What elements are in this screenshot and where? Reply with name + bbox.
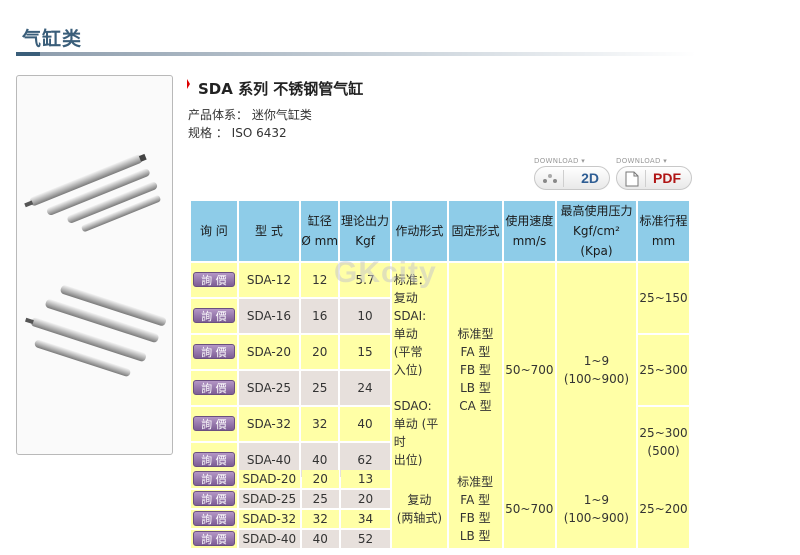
cell-mount-type: 标准型 FA 型 FB 型 LB 型	[448, 470, 502, 548]
top-breadcrumb	[430, 0, 472, 6]
inquiry-button[interactable]: 詢 價	[192, 491, 235, 506]
cell-force: 52	[340, 530, 391, 548]
cell-bore: 40	[301, 530, 339, 548]
cell-model: SDAD-32	[238, 510, 300, 528]
cell-model: SDA-20	[238, 335, 300, 369]
header-pressure: 最高使用压力 Kgf/cm² (Kpa)	[556, 201, 637, 261]
cell-model: SDAD-25	[238, 490, 300, 508]
header-action: 作动形式	[391, 201, 447, 261]
header-inquiry: 询 问	[191, 201, 237, 261]
cell-bore: 20	[301, 470, 339, 488]
cell-force: 13	[340, 470, 391, 488]
spec-table-sda: 询 问 型 式 缸径 Ø mm 理论出力 Kgf 作动形式 固定形式 使用速度 …	[189, 199, 691, 479]
header-mount: 固定形式	[448, 201, 502, 261]
product-title-text: SDA 系列 不锈钢管气缸	[198, 80, 364, 98]
cell-pressure: 1~9 (100~900)	[556, 470, 637, 548]
spec-table-sdad: 詢 價 SDAD-20 20 13 复动 (两轴式) 标准型 FA 型 FB 型…	[189, 468, 691, 550]
cell-bore: 16	[301, 299, 339, 333]
product-system: 产品体系： 迷你气缸类	[188, 106, 312, 123]
download-caption: DOWNLOAD ▾	[616, 157, 668, 165]
cell-force: 15	[340, 335, 390, 369]
product-photo	[16, 75, 173, 455]
cell-stroke: 25~200	[638, 470, 689, 548]
cad-icon	[543, 174, 557, 183]
table-row: 詢 價 SDAD-20 20 13 复动 (两轴式) 标准型 FA 型 FB 型…	[191, 470, 689, 548]
cell-force: 24	[340, 371, 390, 405]
product-title: SDA 系列 不锈钢管气缸	[187, 78, 364, 99]
system-value: 迷你气缸类	[251, 108, 312, 122]
header-force: 理论出力 Kgf	[340, 201, 390, 261]
download-2d-label: 2D	[581, 170, 599, 186]
cell-stroke: 25~300 (500)	[638, 407, 689, 477]
inquiry-button[interactable]: 詢 價	[192, 452, 235, 467]
inquiry-button[interactable]: 詢 價	[192, 471, 235, 486]
inquiry-button[interactable]: 詢 價	[192, 416, 235, 431]
download-caption: DOWNLOAD ▾	[534, 157, 586, 165]
cell-action-type: 标准： 复动 SDAI: 单动 (平常 入位) SDAO: 单动 (平时 出位)	[391, 263, 447, 477]
header-speed: 使用速度 mm/s	[503, 201, 555, 261]
cell-stroke: 25~300	[638, 335, 689, 405]
cell-model: SDA-32	[238, 407, 300, 441]
download-pdf-button[interactable]: DOWNLOAD ▾ PDF	[616, 157, 692, 193]
cell-bore: 25	[301, 490, 339, 508]
cell-model: SDA-12	[238, 263, 300, 297]
cell-model: SDA-16	[238, 299, 300, 333]
cell-model: SDA-25	[238, 371, 300, 405]
header-stroke: 标准行程 mm	[638, 201, 689, 261]
spec-value: ISO 6432	[231, 126, 287, 140]
download-pdf-label: PDF	[653, 170, 681, 186]
cell-action-type: 复动 (两轴式)	[392, 470, 447, 548]
cell-bore: 20	[301, 335, 339, 369]
pdf-file-icon	[625, 171, 639, 187]
cell-bore: 32	[301, 407, 339, 441]
header-model: 型 式	[238, 201, 300, 261]
cell-speed: 50~700	[503, 470, 555, 548]
cell-force: 20	[340, 490, 391, 508]
header-bore: 缸径 Ø mm	[301, 201, 339, 261]
cell-bore: 25	[301, 371, 339, 405]
inquiry-button[interactable]: 詢 價	[192, 511, 235, 526]
inquiry-button[interactable]: 詢 價	[192, 308, 235, 323]
cell-force: 34	[340, 510, 391, 528]
cell-bore: 32	[301, 510, 339, 528]
table-header-row: 询 问 型 式 缸径 Ø mm 理论出力 Kgf 作动形式 固定形式 使用速度 …	[191, 201, 689, 261]
title-divider	[16, 52, 696, 56]
inquiry-button[interactable]: 詢 價	[192, 531, 235, 546]
download-2d-button[interactable]: DOWNLOAD ▾ 2D	[534, 157, 610, 193]
title-divider-accent	[16, 52, 40, 56]
cell-mount-type: 标准型 FA 型 FB 型 LB 型 CA 型	[448, 263, 502, 477]
cell-force: 40	[340, 407, 390, 441]
cell-bore: 12	[301, 263, 339, 297]
system-label: 产品体系：	[188, 108, 249, 122]
cell-stroke: 25~150	[638, 263, 689, 333]
cell-speed: 50~700	[503, 263, 555, 477]
table-row: 詢 價 SDA-12 12 5.7 标准： 复动 SDAI: 单动 (平常 入位…	[191, 263, 689, 477]
product-spec: 规格 ： ISO 6432	[188, 124, 287, 141]
cell-model: SDAD-40	[238, 530, 300, 548]
title-marker-icon	[187, 79, 190, 89]
inquiry-button[interactable]: 詢 價	[192, 344, 235, 359]
section-title: 气缸类	[22, 28, 83, 50]
cell-pressure: 1~9 (100~900)	[556, 263, 637, 477]
watermark: GKcity	[334, 256, 437, 289]
inquiry-button[interactable]: 詢 價	[192, 272, 235, 287]
cell-model: SDAD-20	[238, 470, 300, 488]
cell-force: 10	[340, 299, 390, 333]
inquiry-button[interactable]: 詢 價	[192, 380, 235, 395]
spec-label: 规格 ：	[188, 126, 228, 140]
